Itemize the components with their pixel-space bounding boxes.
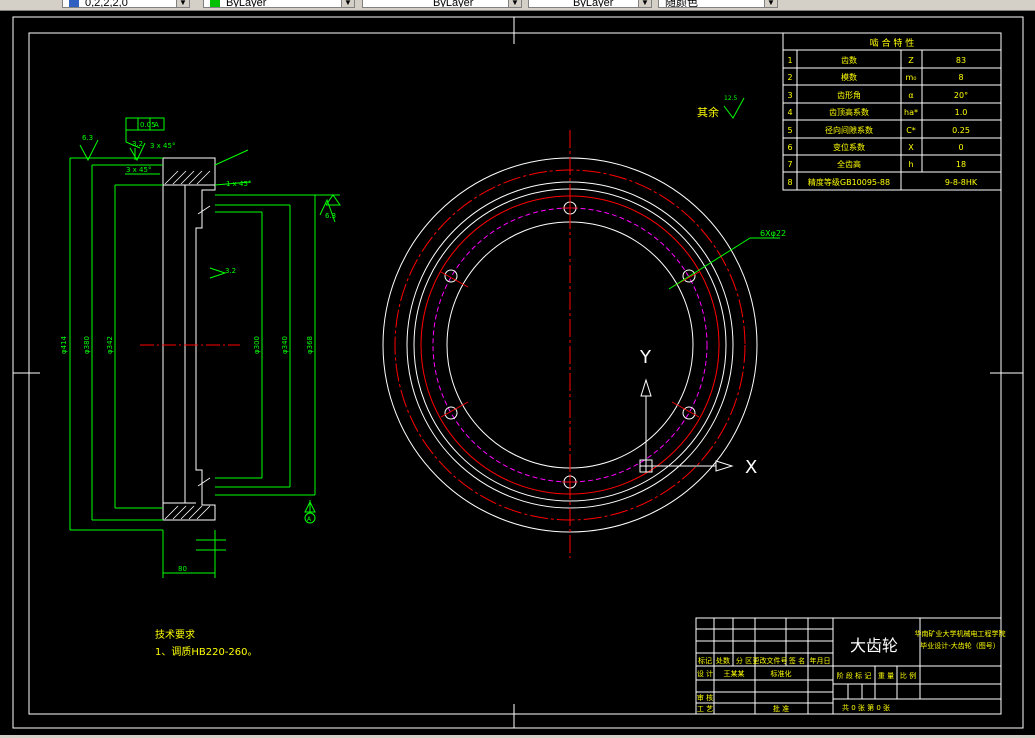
section-dimension-labels: 6.3 3.2 0.05 A 3 x 45° 3 x 45° 1 x 45° 3… xyxy=(60,121,336,573)
hdr-mark: 标记 xyxy=(698,656,712,665)
row-name: 模数 xyxy=(841,72,857,82)
mesh-table-title: 啮 合 特 性 xyxy=(870,37,915,49)
section-view: 6.3 3.2 0.05 A 3 x 45° 3 x 45° 1 x 45° 3… xyxy=(60,117,341,578)
dia-outer-label: φ414 xyxy=(60,335,68,354)
row-name: 齿顶高系数 xyxy=(829,107,869,117)
row-val: 9-8-8HK xyxy=(945,178,978,187)
hdr-changeno: 更改文件号 xyxy=(753,656,788,665)
approve-label: 批 准 xyxy=(773,704,789,713)
row-sym: α xyxy=(908,91,913,100)
lineweight-dropdown[interactable]: ByLayer ▼ xyxy=(528,0,652,8)
row-sym: m₀ xyxy=(906,73,917,82)
row-sym: X xyxy=(908,143,914,152)
chevron-down-icon[interactable]: ▼ xyxy=(176,0,189,7)
weight-label: 重 量 xyxy=(878,672,894,680)
row-name: 全齿高 xyxy=(837,159,861,169)
row-val: 0 xyxy=(958,143,963,152)
roughness-note-label: 其余 xyxy=(697,105,719,119)
scale-label: 比 例 xyxy=(900,671,916,680)
design-label: 设 计 xyxy=(697,669,713,678)
dia-right-b-label: φ340 xyxy=(281,336,289,354)
chevron-down-icon[interactable]: ▼ xyxy=(764,0,777,7)
chevron-down-icon[interactable]: ▼ xyxy=(341,0,354,7)
dia-right-a-label: φ300 xyxy=(253,336,261,354)
row-val: 18 xyxy=(956,160,966,169)
row-no: 5 xyxy=(787,126,792,135)
title-block: 大齿轮 华南矿业大学机械电工程学院 毕业设计-大齿轮（图号） 标记 处数 分 区… xyxy=(695,617,1006,715)
sheets-label: 共 0 张 第 0 张 xyxy=(842,703,890,712)
row-name: 齿形角 xyxy=(837,90,861,100)
row-name: 精度等级GB10095-88 xyxy=(808,177,890,187)
ucs-x-label: X xyxy=(745,457,757,478)
linetype-dropdown[interactable]: ByLayer ▼ xyxy=(362,0,522,8)
mesh-table: 啮 合 特 性 1 齿数 Z 83 2 模数 m₀ 8 3 齿形角 α 20° … xyxy=(782,32,1002,191)
review-label: 审 核 xyxy=(697,693,713,702)
roughness-note: 其余 12.5 xyxy=(697,95,745,119)
row-no: 4 xyxy=(787,108,792,117)
datum-a-ref-label: A xyxy=(154,121,159,129)
hdr-count: 处数 xyxy=(716,656,730,665)
row-name: 齿数 xyxy=(841,55,857,65)
roughness-b-label: 3.2 xyxy=(132,140,143,148)
color-value: ByLayer xyxy=(226,0,267,8)
roughness-a-label: 6.3 xyxy=(82,134,93,142)
hdr-date: 年月日 xyxy=(810,656,831,665)
row-no: 7 xyxy=(787,160,792,169)
row-no: 2 xyxy=(787,73,792,82)
dia-mid-label: φ380 xyxy=(83,336,91,354)
hdr-zone: 分 区 xyxy=(736,656,752,665)
chevron-down-icon[interactable]: ▼ xyxy=(508,0,521,7)
datum-label: A xyxy=(307,516,312,523)
row-no: 1 xyxy=(787,56,792,65)
roughness-note-value: 12.5 xyxy=(724,95,738,102)
row-name: 变位系数 xyxy=(833,142,865,152)
color-dropdown[interactable]: ByLayer ▼ xyxy=(203,0,355,8)
row-val: 0.25 xyxy=(952,126,970,135)
stage-mark-label: 阶 段 标 记 xyxy=(837,671,872,680)
layer-icon xyxy=(69,0,79,7)
ucs-y-label: Y xyxy=(639,347,652,368)
row-val: 83 xyxy=(956,56,966,65)
standard-label: 标准化 xyxy=(771,669,792,678)
row-no: 8 xyxy=(787,178,792,187)
row-name: 径向间隙系数 xyxy=(825,125,873,135)
plotstyle-value: 随颜色 xyxy=(665,0,698,8)
layer-dropdown[interactable]: 0,2,2,2,0 ▼ xyxy=(62,0,190,8)
chamfer-top-label: 3 x 45° xyxy=(150,142,175,150)
row-val: 20° xyxy=(954,91,968,100)
front-view: 6Xφ22 xyxy=(382,130,786,558)
plotstyle-dropdown[interactable]: 随颜色 ▼ xyxy=(658,0,778,8)
lineweight-value: ByLayer xyxy=(573,0,614,8)
row-no: 3 xyxy=(787,91,792,100)
row-sym: ha* xyxy=(904,108,918,117)
row-sym: Z xyxy=(908,56,914,65)
part-name: 大齿轮 xyxy=(850,636,898,655)
roughness-c-label: 3.2 xyxy=(225,267,236,275)
dia-right-c-label: φ368 xyxy=(306,336,314,354)
row-sym: C* xyxy=(906,126,916,135)
row-val: 8 xyxy=(958,73,963,82)
hdr-sign: 签 名 xyxy=(789,656,805,665)
designer-name: 王某某 xyxy=(724,670,745,678)
row-sym: h xyxy=(908,160,913,169)
org-line1: 华南矿业大学机械电工程学院 xyxy=(915,629,1006,638)
row-val: 1.0 xyxy=(955,108,968,117)
color-swatch-icon xyxy=(210,0,220,7)
roughness-d-label: 6.3 xyxy=(325,212,336,220)
linetype-value: ByLayer xyxy=(433,0,474,8)
hole-callout: 6Xφ22 xyxy=(760,229,786,238)
chevron-down-icon[interactable]: ▼ xyxy=(638,0,651,7)
process-label: 工 艺 xyxy=(697,705,713,713)
chamfer-inner-label: 3 x 45° xyxy=(126,166,151,174)
row-no: 6 xyxy=(787,143,792,152)
drawing-canvas[interactable]: 6.3 3.2 0.05 A 3 x 45° 3 x 45° 1 x 45° 3… xyxy=(0,10,1035,735)
layer-value: 0,2,2,2,0 xyxy=(85,0,128,8)
tech-requirements-item: 1、调质HB220-260。 xyxy=(155,646,258,658)
tech-requirements-title: 技术要求 xyxy=(155,628,195,641)
chamfer-small-label: 1 x 45° xyxy=(226,180,251,188)
dia-inner-label: φ342 xyxy=(106,336,114,354)
width-label: 80 xyxy=(178,565,187,573)
org-line2: 毕业设计-大齿轮（图号） xyxy=(920,641,1000,650)
